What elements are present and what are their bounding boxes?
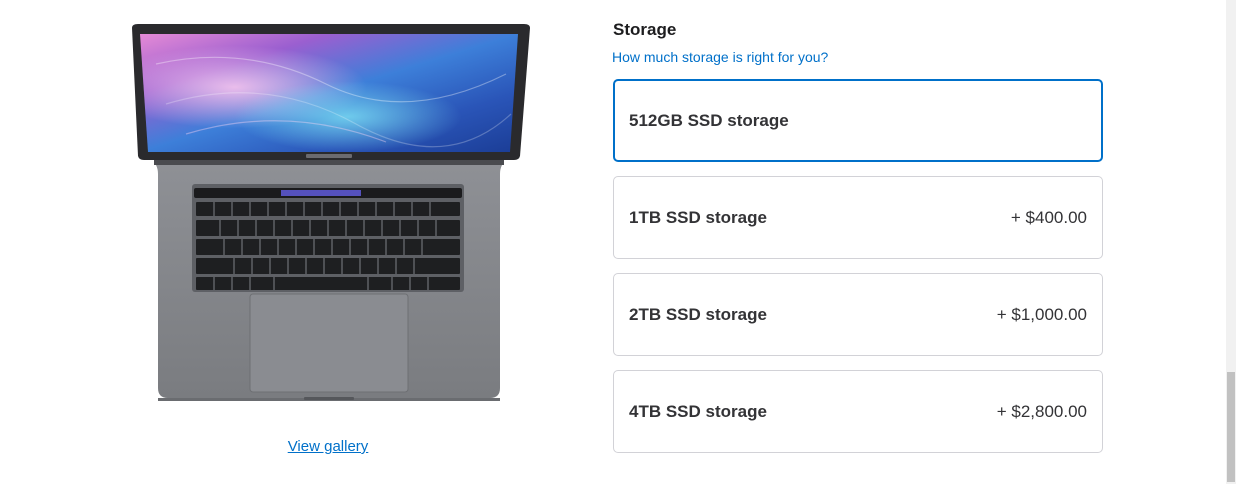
storage-help-link[interactable]: How much storage is right for you? bbox=[612, 49, 828, 65]
storage-option-price: + $1,000.00 bbox=[996, 304, 1087, 324]
storage-section-title: Storage bbox=[613, 20, 677, 39]
storage-option-label: 1TB SSD storage bbox=[629, 207, 767, 227]
storage-option-2tb[interactable]: 2TB SSD storage + $1,000.00 bbox=[613, 273, 1103, 356]
laptop-illustration bbox=[132, 24, 530, 401]
page: View gallery Storage How much storage is… bbox=[0, 0, 1236, 484]
storage-option-price: + $2,800.00 bbox=[996, 401, 1087, 421]
view-gallery-link[interactable]: View gallery bbox=[228, 438, 428, 455]
scrollbar-thumb[interactable] bbox=[1227, 372, 1235, 482]
storage-option-price: + $400.00 bbox=[1010, 207, 1087, 227]
product-image-laptop bbox=[126, 24, 532, 404]
storage-option-4tb[interactable]: 4TB SSD storage + $2,800.00 bbox=[613, 370, 1103, 453]
storage-option-512gb[interactable]: 512GB SSD storage bbox=[613, 79, 1103, 162]
storage-option-label: 2TB SSD storage bbox=[629, 304, 767, 324]
storage-option-label: 512GB SSD storage bbox=[629, 110, 789, 130]
storage-option-1tb[interactable]: 1TB SSD storage + $400.00 bbox=[613, 176, 1103, 259]
storage-option-label: 4TB SSD storage bbox=[629, 401, 767, 421]
